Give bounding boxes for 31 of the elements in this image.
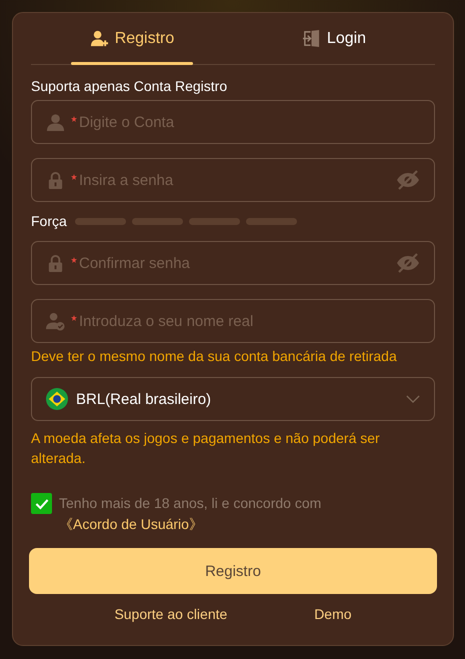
footer-link[interactable]: Demo (314, 606, 352, 622)
hint-text: Deve ter o mesmo nome da sua conta bancária de retirada (31, 348, 398, 364)
tab[interactable]: Login (233, 13, 435, 64)
text-input[interactable]: Confirmar senha (79, 254, 396, 272)
input-field[interactable]: Insira a senha (31, 158, 435, 202)
input-field[interactable]: Introduza o seu nome real (31, 299, 435, 343)
strength-label: Força (31, 213, 67, 229)
agreement-text: Tenho mais de 18 anos, li e concordo com 《Acordo de Usuário》 (59, 494, 322, 534)
tab[interactable]: Registro (31, 13, 233, 64)
user-add-icon (90, 29, 109, 48)
hint-text: A moeda afeta os jogos e pagamentos e não poderá ser alterada. (31, 429, 381, 468)
currency-select[interactable]: BRL(Real brasileiro) (31, 377, 435, 421)
text-input[interactable]: Insira a senha (79, 172, 396, 188)
flag-icon (46, 388, 68, 410)
input-field[interactable]: Digite o Conta (31, 100, 435, 144)
eye-off-icon[interactable] (396, 253, 420, 273)
register-button[interactable]: Registro (29, 548, 437, 594)
lock-icon (46, 170, 65, 190)
eye-off-icon[interactable] (396, 170, 420, 190)
chevron-down-icon (406, 394, 420, 404)
footer-link[interactable]: Suporte ao cliente (114, 606, 228, 622)
input-field[interactable]: Confirmar senha (31, 241, 435, 285)
agreement-link[interactable]: 《Acordo de Usuário》 (59, 516, 203, 532)
text-input[interactable]: Introduza o seu nome real (79, 312, 420, 330)
checkbox[interactable] (31, 493, 52, 514)
lock-icon (46, 254, 65, 272)
intro-text: Suporta apenas Conta Registro (31, 78, 228, 94)
door-icon (302, 29, 321, 48)
user-check-icon (46, 312, 65, 330)
user-icon (46, 112, 65, 132)
text-input[interactable]: Digite o Conta (79, 114, 420, 130)
